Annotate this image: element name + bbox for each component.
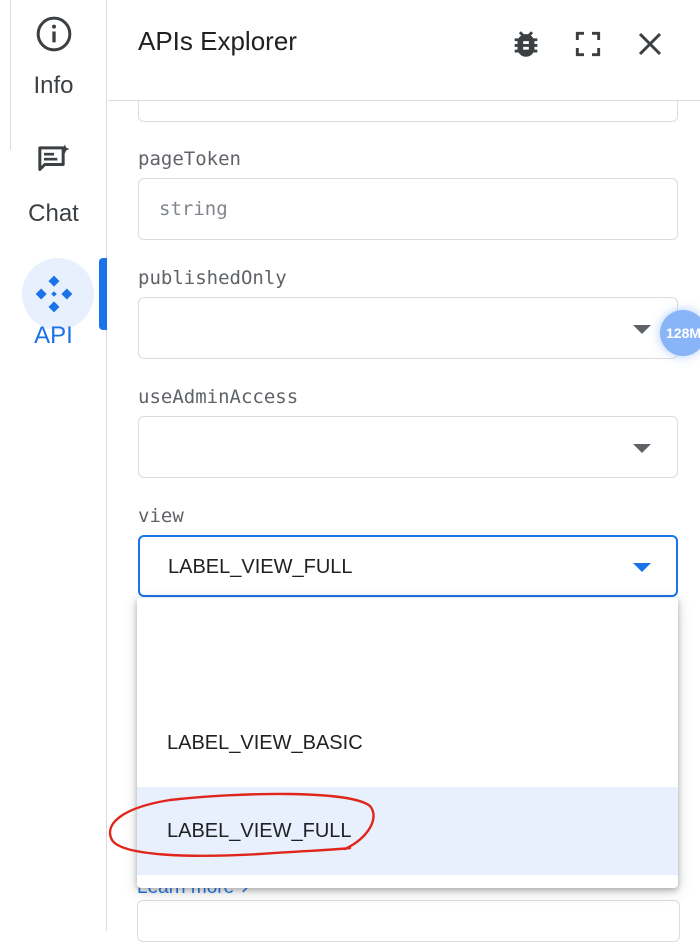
option-label-view-full[interactable]: LABEL_VIEW_FULL [137,787,678,875]
rail-item-label: API [34,322,73,349]
pagetoken-input[interactable]: string [138,178,678,240]
rail-item-api[interactable]: API [0,272,107,350]
chat-icon [0,142,107,186]
option-empty[interactable] [137,620,678,708]
rail-item-label: Info [33,72,74,99]
rail-item-info[interactable]: Info [0,14,107,100]
view-dropdown-menu: LABEL_VIEW_BASIC LABEL_VIEW_FULL [137,598,678,888]
field-label-view: view [138,505,184,527]
option-label-view-basic[interactable]: LABEL_VIEW_BASIC [137,699,678,787]
field-label-publishedonly: publishedOnly [138,267,287,289]
rail-item-chat[interactable]: Chat [0,142,107,228]
memory-badge[interactable]: 128M [660,310,700,356]
active-indicator [99,258,107,330]
chevron-down-icon [633,325,651,334]
chevron-down-icon [633,444,651,453]
bug-icon[interactable] [506,24,546,64]
side-rail: Info Chat API [0,0,107,931]
useadminaccess-select[interactable] [138,416,678,478]
pagetoken-placeholder: string [159,198,228,220]
field-label-pagetoken: pageToken [138,148,241,170]
field-label-useadminaccess: useAdminAccess [138,386,299,408]
info-icon [0,14,107,58]
close-icon[interactable] [630,24,670,64]
chevron-down-icon [633,563,651,572]
api-icon [0,272,107,316]
below-field[interactable] [137,900,680,942]
panel-header: APIs Explorer [108,0,700,101]
fullscreen-icon[interactable] [568,24,608,64]
rail-item-label: Chat [28,200,79,227]
view-select[interactable]: LABEL_VIEW_FULL [138,535,678,597]
panel-title: APIs Explorer [138,26,297,56]
view-select-value: LABEL_VIEW_FULL [168,556,353,578]
publishedonly-select[interactable] [138,297,678,359]
